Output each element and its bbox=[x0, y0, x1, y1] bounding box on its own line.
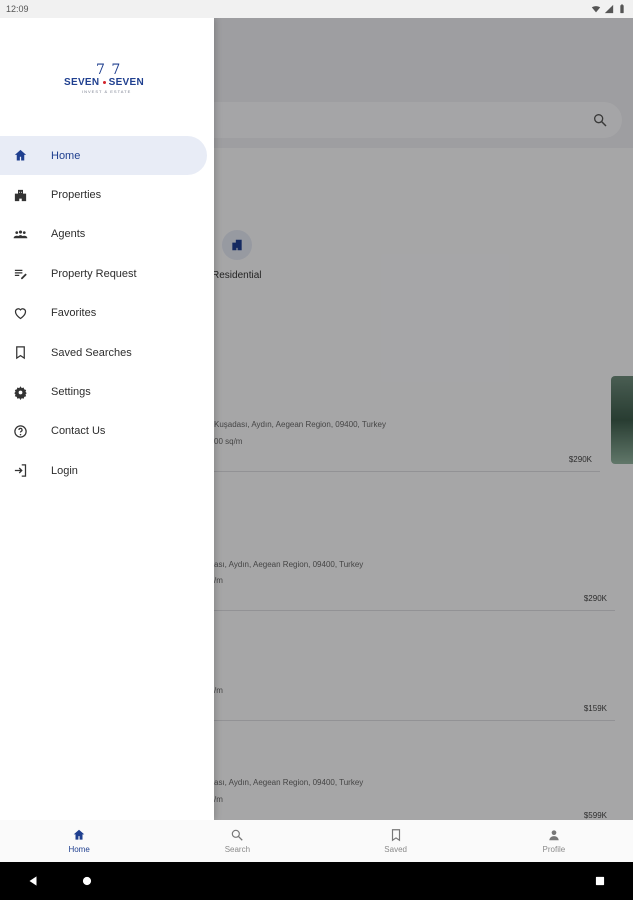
drawer-item-label: Login bbox=[51, 464, 78, 477]
drawer-item-label: Agents bbox=[51, 228, 86, 241]
system-navigation-bar bbox=[0, 862, 633, 900]
bottom-nav-search[interactable]: Search bbox=[158, 820, 316, 862]
person-icon bbox=[549, 830, 559, 841]
signal-icon bbox=[604, 4, 614, 14]
group-icon bbox=[12, 226, 28, 242]
bookmark-icon bbox=[12, 345, 28, 361]
heart-icon bbox=[12, 305, 28, 321]
drawer-item-home[interactable]: Home bbox=[0, 136, 207, 176]
logo-word-right: SEVEN bbox=[108, 77, 144, 88]
edit-list-icon bbox=[12, 266, 28, 282]
drawer-item-label: Properties bbox=[51, 189, 102, 202]
gear-icon bbox=[12, 384, 28, 400]
help-icon bbox=[12, 423, 28, 439]
navigation-drawer: 7̄ 7 SEVEN SEVEN INVEST & ESTATE Home Pr… bbox=[0, 18, 214, 820]
status-icons bbox=[591, 4, 627, 14]
bottom-nav-label: Saved bbox=[384, 845, 407, 854]
drawer-menu: Home Properties Agents Property Request … bbox=[0, 136, 214, 491]
home-icon bbox=[12, 148, 28, 164]
back-icon[interactable] bbox=[26, 874, 40, 888]
logo-tagline: INVEST & ESTATE bbox=[82, 89, 132, 94]
logo-wordmark: SEVEN SEVEN bbox=[64, 77, 144, 88]
drawer-item-label: Home bbox=[51, 149, 81, 162]
drawer-item-properties[interactable]: Properties bbox=[0, 175, 214, 214]
drawer-item-label: Settings bbox=[51, 386, 91, 399]
drawer-item-favorites[interactable]: Favorites bbox=[0, 294, 214, 333]
drawer-item-label: Contact Us bbox=[51, 425, 106, 438]
drawer-item-settings[interactable]: Settings bbox=[0, 372, 214, 411]
drawer-item-saved-searches[interactable]: Saved Searches bbox=[0, 333, 214, 372]
bottom-nav-profile[interactable]: Profile bbox=[475, 820, 633, 862]
bottom-nav-label: Home bbox=[68, 845, 90, 854]
bottom-nav-saved[interactable]: Saved bbox=[317, 820, 475, 862]
bottom-nav-home[interactable]: Home bbox=[0, 820, 158, 862]
status-time: 12:09 bbox=[6, 4, 29, 14]
home-circle-icon[interactable] bbox=[80, 874, 94, 888]
drawer-item-contact-us[interactable]: Contact Us bbox=[0, 412, 214, 451]
wifi-icon bbox=[591, 6, 601, 13]
logo-mark: 7̄ 7 bbox=[96, 62, 122, 78]
logo-dot bbox=[102, 80, 106, 84]
home-icon bbox=[73, 829, 85, 840]
drawer-item-label: Property Request bbox=[51, 267, 137, 280]
building-icon bbox=[12, 187, 28, 203]
brand-logo: 7̄ 7 SEVEN SEVEN INVEST & ESTATE bbox=[64, 62, 156, 98]
bottom-nav-label: Profile bbox=[542, 845, 566, 854]
bottom-nav-label: Search bbox=[224, 845, 251, 854]
drawer-item-agents[interactable]: Agents bbox=[0, 215, 214, 254]
drawer-item-login[interactable]: Login bbox=[0, 451, 214, 490]
drawer-item-label: Favorites bbox=[51, 307, 97, 320]
search-icon bbox=[232, 829, 244, 841]
bottom-navigation: Home Search Saved Profile bbox=[0, 820, 633, 862]
battery-icon bbox=[620, 4, 624, 14]
recents-icon[interactable] bbox=[593, 874, 607, 888]
status-bar: 12:09 bbox=[0, 0, 633, 18]
logo-word-left: SEVEN bbox=[64, 77, 100, 88]
bookmark-icon bbox=[391, 829, 400, 842]
drawer-item-label: Saved Searches bbox=[51, 346, 132, 359]
drawer-item-property-request[interactable]: Property Request bbox=[0, 254, 214, 293]
login-icon bbox=[12, 463, 28, 479]
